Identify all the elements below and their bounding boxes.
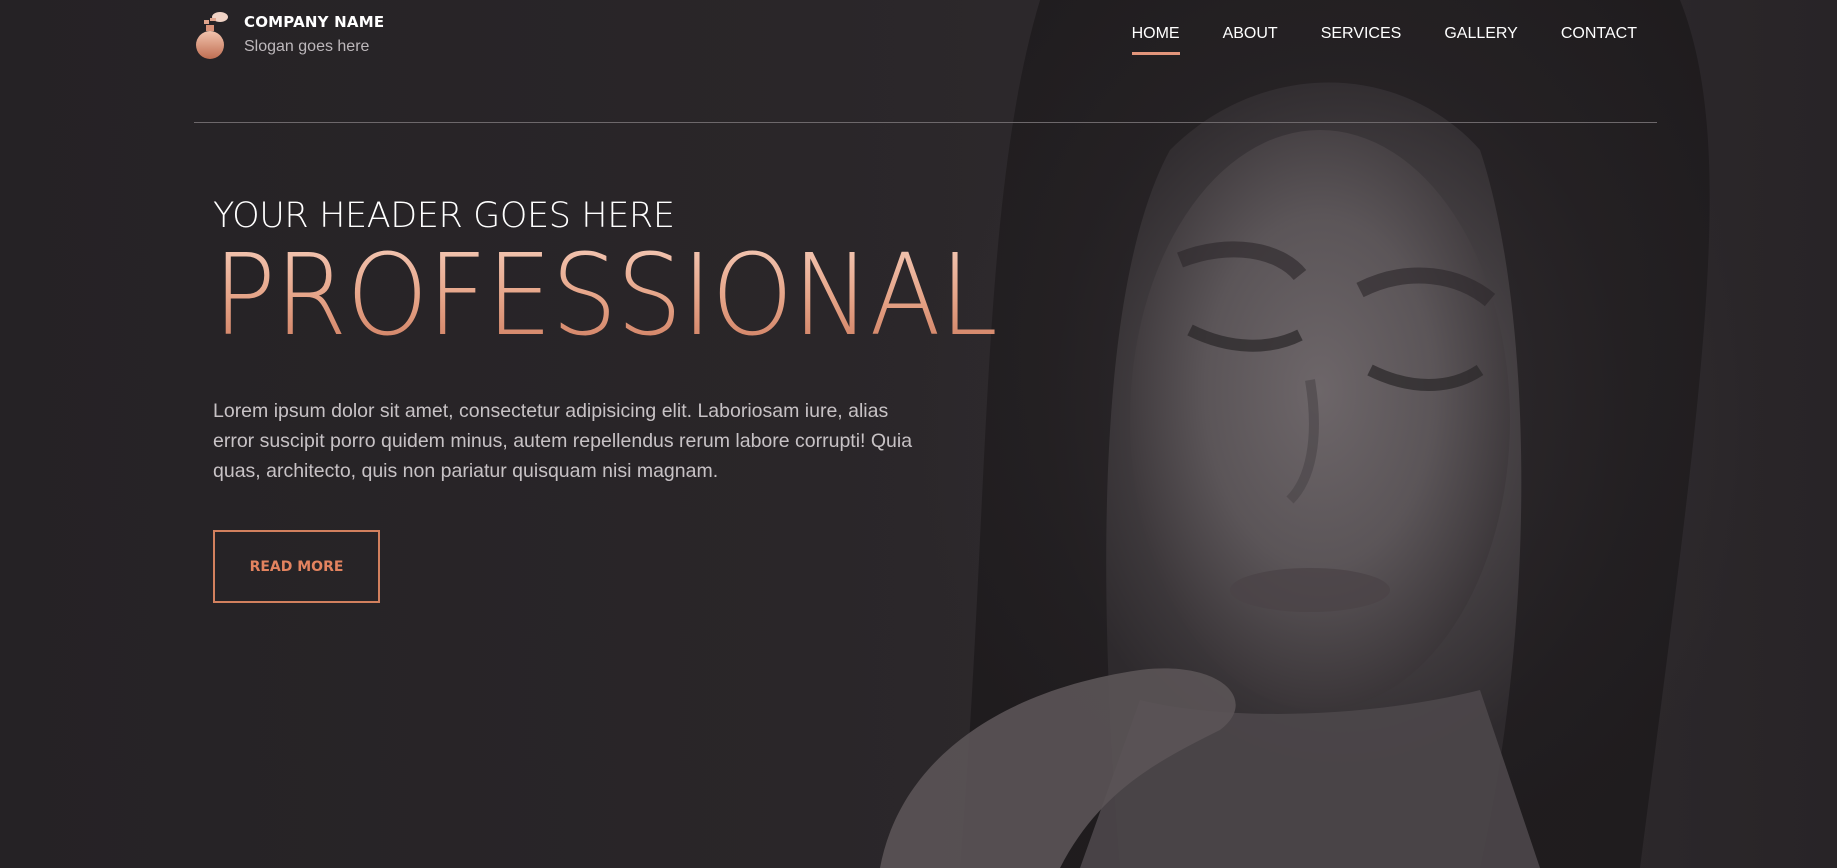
nav-item-services[interactable]: SERVICES [1321,25,1402,55]
hero-subtitle: YOUR HEADER GOES HERE [213,196,675,236]
site-header: COMPANY NAME Slogan goes here HOME ABOUT… [194,0,1657,123]
perfume-bottle-icon [196,12,228,59]
nav-item-home[interactable]: HOME [1131,25,1180,55]
company-slogan: Slogan goes here [244,38,370,55]
logo[interactable]: COMPANY NAME Slogan goes here [194,10,384,60]
nav-item-contact[interactable]: CONTACT [1561,25,1637,55]
main-nav: HOME ABOUT SERVICES GALLERY CONTACT [1089,25,1637,55]
hero-title: PROFESSIONAL [213,231,998,361]
read-more-button[interactable]: READ MORE [213,530,380,603]
company-name: COMPANY NAME [244,13,385,31]
hero-description: Lorem ipsum dolor sit amet, consectetur … [213,400,913,482]
brand-text: COMPANY NAME Slogan goes here [244,10,384,56]
nav-item-gallery[interactable]: GALLERY [1444,25,1518,55]
nav-item-about[interactable]: ABOUT [1223,25,1278,55]
hero-content: YOUR HEADER GOES HERE PROFESSIONAL Lorem… [213,196,1056,603]
